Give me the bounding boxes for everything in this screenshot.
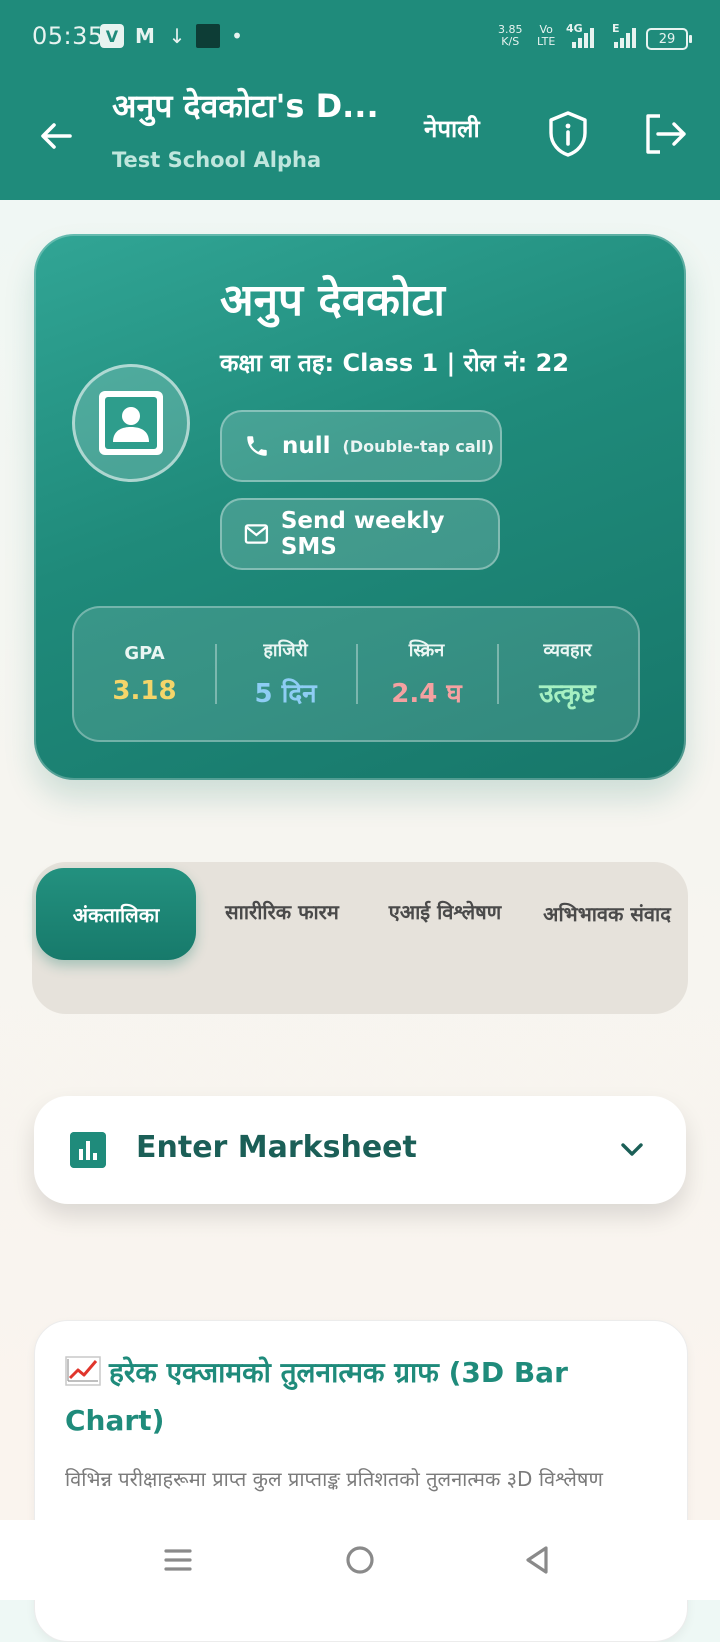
tab-parent-communication[interactable]: अभिभावक संवाद <box>532 890 682 938</box>
graph-description: विभिन्न परीक्षाहरूमा प्राप्त कुल प्राप्त… <box>65 1467 603 1491</box>
shield-info-icon[interactable] <box>546 110 590 158</box>
person-icon <box>99 391 163 455</box>
student-name: अनुप देवकोटा <box>220 275 445 326</box>
stat-key: स्क्रिन <box>408 640 445 661</box>
stat-screen-time: स्क्रिन 2.4 घ <box>356 638 497 710</box>
system-nav-bar <box>0 1520 720 1600</box>
mail-icon <box>244 524 269 544</box>
network-speed: 3.85 K/S <box>498 24 523 48</box>
home-icon[interactable] <box>342 1542 378 1578</box>
stat-value: 5 दिन <box>254 679 317 709</box>
send-sms-button[interactable]: Send weekly SMS <box>220 498 500 570</box>
phone-icon <box>247 436 267 456</box>
enter-marksheet-accordion[interactable]: Enter Marksheet <box>34 1096 686 1204</box>
chart-increasing-icon <box>65 1356 101 1386</box>
battery-level: 29 <box>658 31 676 47</box>
bar-chart-icon <box>70 1132 106 1168</box>
signal-bars-1-icon <box>572 26 594 48</box>
top-bar: 05:35 V M ↓ • 3.85 K/S Vo LTE 4G E 29 अन… <box>0 0 720 200</box>
graph-title: हरेक एक्जामको तुलनात्मक ग्राफ (3D Bar Ch… <box>65 1349 665 1445</box>
graph-title-text: हरेक एक्जामको तुलनात्मक ग्राफ (3D Bar Ch… <box>65 1356 568 1437</box>
back-triangle-icon[interactable] <box>520 1542 556 1578</box>
tab-physical-form[interactable]: साारीरिक फारम <box>208 898 356 925</box>
stat-attendance: हाजिरी 5 दिन <box>215 638 356 710</box>
net-speed-unit: K/S <box>501 35 520 48</box>
chevron-down-icon[interactable] <box>618 1136 646 1164</box>
stat-value: उत्कृष्ट <box>539 679 596 709</box>
stat-value: 2.4 घ <box>391 679 462 709</box>
back-arrow-icon[interactable] <box>36 116 76 156</box>
class-roll-info: कक्षा वा तह: Class 1 | रोल नं: 22 <box>220 349 569 377</box>
avatar <box>72 364 190 482</box>
volte-indicator: Vo LTE <box>537 24 555 48</box>
sms-label: Send weekly SMS <box>280 508 445 560</box>
language-toggle[interactable]: नेपाली <box>424 112 480 145</box>
tab-ai-analysis[interactable]: एआई विश्लेषण <box>368 898 522 925</box>
student-profile-card: अनुप देवकोटा कक्षा वा तह: Class 1 | रोल … <box>34 234 686 780</box>
signal-bars-2-icon <box>614 26 636 48</box>
menu-icon[interactable] <box>160 1542 196 1578</box>
more-notifications-icon: • <box>231 24 243 48</box>
stat-key: GPA <box>124 642 165 664</box>
school-name: Test School Alpha <box>112 148 322 172</box>
section-tabs: अंकतालिका साारीरिक फारम एआई विश्लेषण अभि… <box>32 862 688 1014</box>
app-square-icon <box>196 24 220 48</box>
battery-icon: 29 <box>646 28 692 50</box>
call-button[interactable]: null (Double-tap call) <box>220 410 502 482</box>
page-title: अनुप देवकोटा's D... <box>112 87 379 125</box>
tab-marksheet[interactable]: अंकतालिका <box>36 868 196 960</box>
volte-bottom: LTE <box>537 35 556 48</box>
stat-key: हाजिरी <box>263 640 308 661</box>
logout-icon[interactable] <box>642 112 688 156</box>
status-bar: 05:35 V M ↓ • 3.85 K/S Vo LTE 4G E 29 <box>0 0 720 78</box>
app-bar: अनुप देवकोटा's D... Test School Alpha ने… <box>0 78 720 200</box>
v-app-icon: V <box>100 24 124 48</box>
stat-key: व्यवहार <box>543 640 592 661</box>
gmail-icon: M <box>135 24 155 48</box>
call-label: null <box>282 433 331 459</box>
stats-panel: GPA 3.18 हाजिरी 5 दिन स्क्रिन 2.4 घ व्यव… <box>72 606 640 742</box>
call-hint: (Double-tap call) <box>342 436 494 456</box>
stat-value: 3.18 <box>112 675 177 706</box>
status-time: 05:35 <box>32 22 104 50</box>
download-icon: ↓ <box>168 24 186 48</box>
stat-gpa: GPA 3.18 <box>74 643 215 706</box>
marksheet-title: Enter Marksheet <box>136 1130 417 1165</box>
stat-behavior: व्यवहार उत्कृष्ट <box>497 638 638 710</box>
